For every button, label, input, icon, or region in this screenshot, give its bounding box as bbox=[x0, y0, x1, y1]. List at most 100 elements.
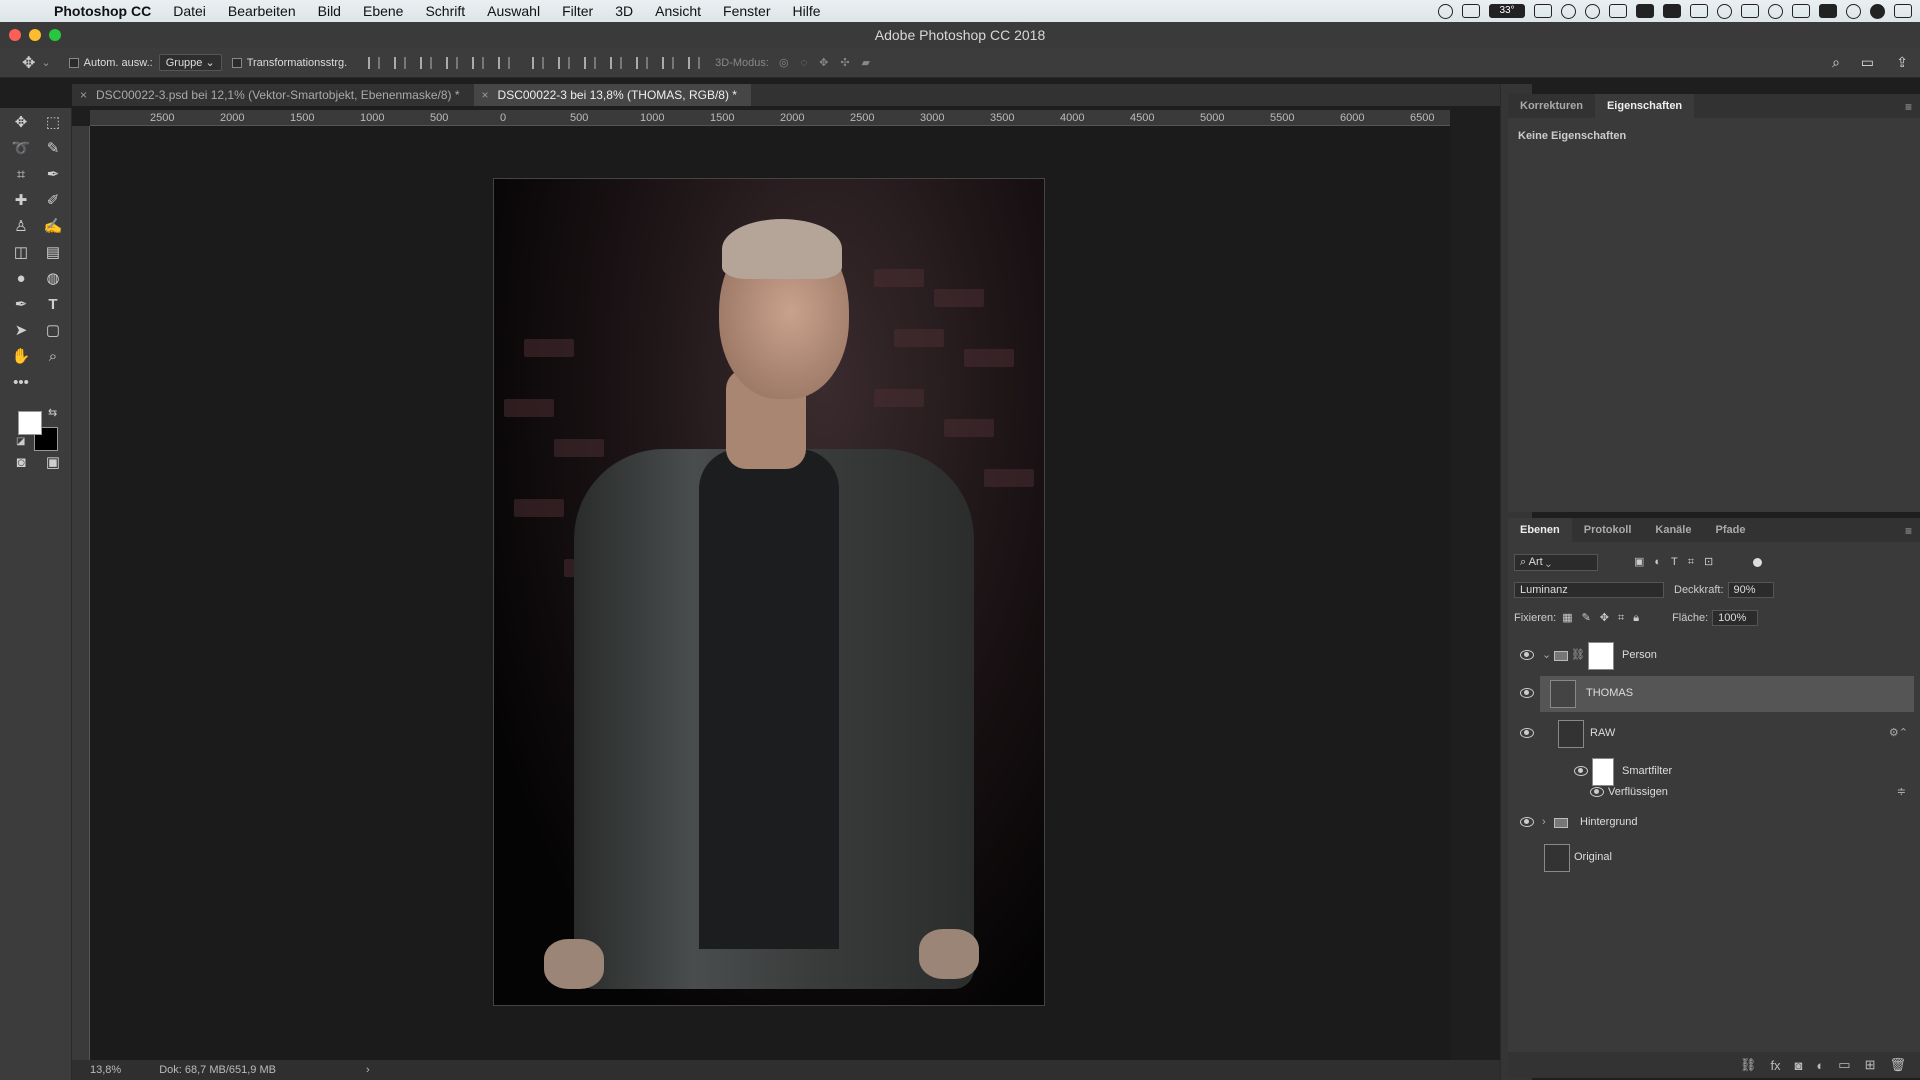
record-icon[interactable] bbox=[1438, 3, 1453, 19]
layer-row-original[interactable]: Original bbox=[1508, 840, 1920, 876]
evernote-icon[interactable] bbox=[1636, 4, 1654, 18]
tool-preset-chevron-icon[interactable]: ⌄ bbox=[41, 56, 50, 69]
clone-stamp-tool[interactable]: ♙ bbox=[8, 215, 34, 239]
tab-ebenen[interactable]: Ebenen bbox=[1508, 518, 1572, 542]
align-hcenter-icon[interactable] bbox=[472, 56, 485, 69]
align-vcenter-icon[interactable] bbox=[394, 56, 407, 69]
more-tools-icon[interactable]: ••• bbox=[8, 371, 34, 395]
quick-mask-icon[interactable]: ◙ bbox=[8, 451, 34, 475]
dodge-tool[interactable]: ◍ bbox=[40, 267, 66, 291]
visibility-eye-icon[interactable] bbox=[1590, 787, 1604, 797]
move-tool-icon[interactable]: ✥ bbox=[22, 53, 35, 73]
panel-menu-icon[interactable]: ≡ bbox=[1905, 100, 1912, 114]
statusbar-menu-icon[interactable]: › bbox=[366, 1064, 370, 1076]
zoom-tool[interactable]: ⌕ bbox=[40, 345, 66, 369]
transform-controls-checkbox[interactable] bbox=[231, 57, 242, 68]
tab-eigenschaften[interactable]: Eigenschaften bbox=[1594, 94, 1695, 118]
fill-input[interactable]: 100% bbox=[1712, 610, 1759, 626]
close-tab-icon[interactable]: × bbox=[482, 84, 489, 106]
eraser-tool[interactable]: ◫ bbox=[8, 241, 34, 265]
search-icon[interactable]: ⌕ bbox=[1832, 54, 1840, 71]
mask-thumbnail[interactable] bbox=[1588, 642, 1614, 670]
visibility-hidden-slot[interactable] bbox=[1520, 852, 1534, 862]
blur-tool[interactable]: ● bbox=[8, 267, 34, 291]
sync-icon[interactable] bbox=[1585, 3, 1600, 19]
menu-filter[interactable]: Filter bbox=[551, 3, 604, 19]
align-top-icon[interactable] bbox=[368, 56, 381, 69]
quick-select-tool[interactable]: ✎ bbox=[40, 137, 66, 161]
marquee-tool[interactable]: ⬚ bbox=[40, 111, 66, 135]
filter-toggle-icon[interactable] bbox=[1753, 557, 1763, 567]
layer-thumbnail[interactable] bbox=[1550, 680, 1576, 708]
blend-mode-dropdown[interactable]: Luminanz bbox=[1514, 582, 1664, 598]
visibility-eye-icon[interactable] bbox=[1520, 728, 1534, 738]
screen-icon[interactable] bbox=[1462, 4, 1480, 18]
tab-protokoll[interactable]: Protokoll bbox=[1572, 518, 1644, 542]
menu-fenster[interactable]: Fenster bbox=[712, 3, 781, 19]
layer-row-raw[interactable]: RAW ⚙︎⌃ bbox=[1508, 716, 1920, 752]
filter-blending-options-icon[interactable]: ≑ bbox=[1897, 785, 1906, 798]
temperature-badge[interactable]: 33° bbox=[1489, 4, 1525, 18]
distribute-hcenter-icon[interactable] bbox=[636, 56, 649, 69]
layer-filter-icons[interactable]: ▣◐T⌗⊡ bbox=[1634, 555, 1723, 569]
lasso-tool[interactable]: ➰ bbox=[8, 137, 34, 161]
minimize-window-icon[interactable] bbox=[29, 29, 41, 41]
align-right-icon[interactable] bbox=[498, 56, 511, 69]
document-tab-2[interactable]: × DSC00022-3 bei 13,8% (THOMAS, RGB/8) * bbox=[473, 84, 751, 106]
notification-center-icon[interactable] bbox=[1894, 4, 1912, 18]
workspace-icon[interactable]: ▭ bbox=[1861, 54, 1874, 71]
visibility-eye-icon[interactable] bbox=[1520, 650, 1534, 660]
move-tool[interactable]: ✥ bbox=[8, 111, 34, 135]
smartobject-thumbnail[interactable] bbox=[1558, 720, 1584, 748]
visibility-eye-icon[interactable] bbox=[1520, 817, 1534, 827]
align-bottom-icon[interactable] bbox=[420, 56, 433, 69]
smartobject-thumbnail[interactable] bbox=[1544, 844, 1570, 872]
new-group-icon[interactable]: ▭ bbox=[1838, 1057, 1850, 1073]
layer-style-fx-icon[interactable]: fx bbox=[1770, 1058, 1780, 1073]
tab-korrekturen[interactable]: Korrekturen bbox=[1508, 94, 1595, 118]
auto-select-checkbox[interactable] bbox=[68, 57, 79, 68]
swap-colors-icon[interactable]: ⇆ bbox=[48, 406, 57, 419]
airplay-icon[interactable] bbox=[1792, 4, 1810, 18]
layer-row-verfluessigen[interactable]: Verflüssigen ≑ bbox=[1508, 780, 1920, 806]
menu-bearbeiten[interactable]: Bearbeiten bbox=[217, 3, 307, 19]
layer-filter-dropdown[interactable]: ⌕ Art ⌄ bbox=[1514, 553, 1598, 571]
type-tool[interactable]: T bbox=[40, 293, 66, 317]
display-icon[interactable] bbox=[1690, 4, 1708, 18]
distribute-left-icon[interactable] bbox=[610, 56, 623, 69]
link-layers-icon[interactable]: ⛓︎ bbox=[1740, 1057, 1757, 1073]
menu-schrift[interactable]: Schrift bbox=[414, 3, 476, 19]
eyedropper-tool[interactable]: ✒ bbox=[40, 163, 66, 187]
menu-3d[interactable]: 3D bbox=[604, 3, 644, 19]
gradient-tool[interactable]: ▤ bbox=[40, 241, 66, 265]
document-image[interactable] bbox=[493, 178, 1045, 1006]
layers-panel-menu-icon[interactable]: ≡ bbox=[1905, 524, 1912, 538]
layer-row-person[interactable]: ⌄ ⛓︎ Person bbox=[1508, 638, 1920, 674]
auto-select-dropdown[interactable]: Gruppe ⌄ bbox=[158, 54, 222, 71]
battery-icon[interactable] bbox=[1819, 4, 1837, 18]
crop-tool[interactable]: ⌗ bbox=[8, 163, 34, 187]
healing-tool[interactable]: ✚ bbox=[8, 189, 34, 213]
screen-mode-icon[interactable]: ▣ bbox=[40, 451, 66, 475]
dropbox-icon[interactable] bbox=[1609, 4, 1627, 18]
history-brush-tool[interactable]: ✍ bbox=[40, 215, 66, 239]
zoom-level[interactable]: 13,8% bbox=[90, 1064, 121, 1076]
zoom-window-icon[interactable] bbox=[49, 29, 61, 41]
menu-ansicht[interactable]: Ansicht bbox=[644, 3, 712, 19]
group-collapsed-icon[interactable]: › bbox=[1542, 816, 1546, 828]
tab-kanaele[interactable]: Kanäle bbox=[1643, 518, 1703, 542]
path-select-tool[interactable]: ➤ bbox=[8, 319, 34, 343]
siri-icon[interactable] bbox=[1870, 3, 1885, 19]
distribute-vcenter-icon[interactable] bbox=[558, 56, 571, 69]
align-left-icon[interactable] bbox=[446, 56, 459, 69]
menu-app-name[interactable]: Photoshop CC bbox=[54, 3, 162, 19]
menu-datei[interactable]: Datei bbox=[162, 3, 217, 19]
menu-ebene[interactable]: Ebene bbox=[352, 3, 414, 19]
menu-hilfe[interactable]: Hilfe bbox=[782, 3, 832, 19]
default-colors-icon[interactable]: ◪ bbox=[16, 436, 25, 447]
delete-layer-icon[interactable]: 🗑︎ bbox=[1889, 1057, 1906, 1073]
wifi-icon[interactable] bbox=[1768, 3, 1783, 19]
drive-icon[interactable] bbox=[1663, 4, 1681, 18]
hand-tool[interactable]: ✋ bbox=[8, 345, 34, 369]
distribute-bottom-icon[interactable] bbox=[584, 56, 597, 69]
